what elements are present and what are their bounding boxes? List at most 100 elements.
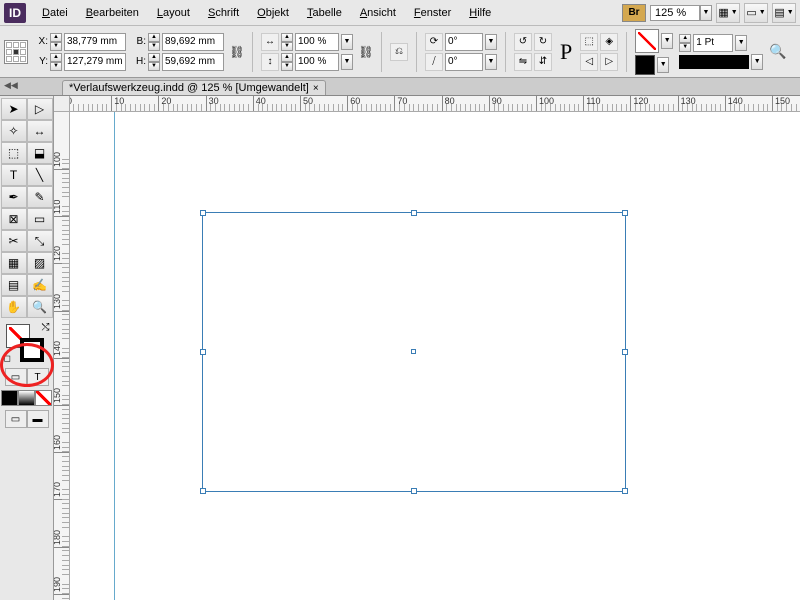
flip-h-icon[interactable]: ⇋ — [514, 53, 532, 71]
zoom-dropdown[interactable]: ▼ — [700, 5, 712, 21]
menu-schrift[interactable]: Schrift — [200, 4, 247, 22]
swap-fill-stroke-icon[interactable]: ⤭ — [42, 322, 50, 333]
x-input[interactable] — [64, 33, 126, 51]
menu-layout[interactable]: Layout — [149, 4, 198, 22]
reference-point[interactable] — [4, 40, 28, 64]
stroke-weight-input[interactable] — [693, 34, 733, 52]
x-down[interactable]: ▼ — [50, 42, 62, 51]
y-input[interactable] — [64, 53, 126, 71]
menu-fenster[interactable]: Fenster — [406, 4, 459, 22]
menu-bearbeiten[interactable]: Bearbeiten — [78, 4, 147, 22]
y-up[interactable]: ▲ — [50, 53, 62, 62]
menu-datei[interactable]: Datei — [34, 4, 76, 22]
gradient-feather-tool[interactable]: ▨ — [27, 252, 53, 274]
formatting-text-button[interactable]: T — [27, 368, 49, 386]
screen-mode-button[interactable]: ▭▼ — [744, 3, 768, 23]
gap-tool[interactable]: ↔ — [27, 120, 53, 142]
rotate-ccw-icon[interactable]: ↺ — [514, 33, 532, 51]
tab-close-icon[interactable]: × — [313, 83, 319, 94]
line-tool[interactable]: ╲ — [27, 164, 53, 186]
document-canvas[interactable] — [70, 112, 800, 600]
quick-apply-icon[interactable]: 🔍 — [769, 43, 786, 60]
resize-handle-n[interactable] — [411, 210, 417, 216]
resize-handle-ne[interactable] — [622, 210, 628, 216]
menu-tabelle[interactable]: Tabelle — [299, 4, 350, 22]
shear-input[interactable] — [445, 53, 483, 71]
center-point[interactable] — [411, 349, 416, 354]
content-collector-tool[interactable]: ⬚ — [1, 142, 27, 164]
normal-view-button[interactable]: ▭ — [5, 410, 27, 428]
resize-handle-w[interactable] — [200, 349, 206, 355]
x-up[interactable]: ▲ — [50, 33, 62, 42]
h-up[interactable]: ▲ — [148, 53, 160, 62]
shear-dropdown[interactable]: ▼ — [485, 54, 497, 70]
h-input[interactable] — [162, 53, 224, 71]
stroke-box[interactable] — [20, 338, 44, 362]
w-down[interactable]: ▼ — [148, 42, 160, 51]
direct-selection-tool[interactable]: ▷ — [27, 98, 53, 120]
resize-handle-e[interactable] — [622, 349, 628, 355]
note-tool[interactable]: ▤ — [1, 274, 27, 296]
w-up[interactable]: ▲ — [148, 33, 160, 42]
resize-handle-sw[interactable] — [200, 488, 206, 494]
hand-tool[interactable]: ✋ — [1, 296, 27, 318]
select-prev-icon[interactable]: ◁ — [580, 53, 598, 71]
select-container-icon[interactable]: ⬚ — [580, 33, 598, 51]
constrain-scale-icon[interactable]: ⛓ — [359, 34, 373, 70]
menu-objekt[interactable]: Objekt — [249, 4, 297, 22]
scale-y-input[interactable] — [295, 53, 339, 71]
pen-tool[interactable]: ✒ — [1, 186, 27, 208]
apply-gradient-button[interactable] — [18, 390, 35, 406]
stroke-swatch[interactable] — [635, 55, 655, 75]
rectangle-tool[interactable]: ▭ — [27, 208, 53, 230]
zoom-tool[interactable]: 🔍 — [27, 296, 53, 318]
arrange-docs-button[interactable]: ▤▼ — [772, 3, 796, 23]
constrain-proportions-icon[interactable]: ⛓ — [230, 34, 244, 70]
apply-color-button[interactable] — [1, 390, 18, 406]
bridge-icon[interactable]: Br — [622, 4, 646, 22]
stroke-style-dropdown[interactable]: ▼ — [751, 54, 763, 70]
select-content-icon[interactable]: ◈ — [600, 33, 618, 51]
page-tool[interactable]: ✧ — [1, 120, 27, 142]
zoom-level-field[interactable]: 125 % — [650, 5, 700, 21]
preview-view-button[interactable]: ▬ — [27, 410, 49, 428]
default-fill-stroke-icon[interactable]: ◻ — [4, 353, 11, 364]
y-down[interactable]: ▼ — [50, 62, 62, 71]
fill-swatch[interactable] — [635, 29, 659, 53]
menu-hilfe[interactable]: Hilfe — [461, 4, 499, 22]
selected-rectangle[interactable] — [202, 212, 626, 492]
horizontal-ruler[interactable]: 0102030405060708090100110120130140150160 — [70, 96, 800, 112]
vertical-guide[interactable] — [114, 112, 115, 600]
rectangle-frame-tool[interactable]: ⊠ — [1, 208, 27, 230]
clear-transform-icon[interactable]: ⎌ — [390, 43, 408, 61]
rotate-input[interactable] — [445, 33, 483, 51]
scale-x-dropdown[interactable]: ▼ — [341, 34, 353, 50]
eyedropper-tool[interactable]: ✍ — [27, 274, 53, 296]
select-next-icon[interactable]: ▷ — [600, 53, 618, 71]
resize-handle-nw[interactable] — [200, 210, 206, 216]
free-transform-tool[interactable]: ⤡ — [27, 230, 53, 252]
formatting-container-button[interactable]: ▭ — [5, 368, 27, 386]
resize-handle-s[interactable] — [411, 488, 417, 494]
stroke-weight-dropdown[interactable]: ▼ — [735, 35, 747, 51]
rotate-cw-icon[interactable]: ↻ — [534, 33, 552, 51]
scale-x-input[interactable] — [295, 33, 339, 51]
flip-v-icon[interactable]: ⇵ — [534, 53, 552, 71]
h-down[interactable]: ▼ — [148, 62, 160, 71]
view-options-button[interactable]: ▦▼ — [716, 3, 740, 23]
scale-y-dropdown[interactable]: ▼ — [341, 54, 353, 70]
stroke-dropdown[interactable]: ▼ — [657, 57, 669, 73]
fill-dropdown[interactable]: ▼ — [661, 33, 673, 49]
resize-handle-se[interactable] — [622, 488, 628, 494]
rotate-dropdown[interactable]: ▼ — [485, 34, 497, 50]
vertical-ruler[interactable]: 100110120130140150160170180190200 — [54, 112, 70, 600]
collapse-panels-icon[interactable]: ◀◀ — [4, 80, 18, 91]
stroke-style-preview[interactable] — [679, 55, 749, 69]
menu-ansicht[interactable]: Ansicht — [352, 4, 404, 22]
pencil-tool[interactable]: ✎ — [27, 186, 53, 208]
type-tool[interactable]: T — [1, 164, 27, 186]
ruler-origin[interactable] — [54, 96, 70, 112]
document-tab[interactable]: *Verlaufswerkzeug.indd @ 125 % [Umgewand… — [62, 80, 326, 95]
scissors-tool[interactable]: ✂ — [1, 230, 27, 252]
apply-none-button[interactable] — [35, 390, 52, 406]
